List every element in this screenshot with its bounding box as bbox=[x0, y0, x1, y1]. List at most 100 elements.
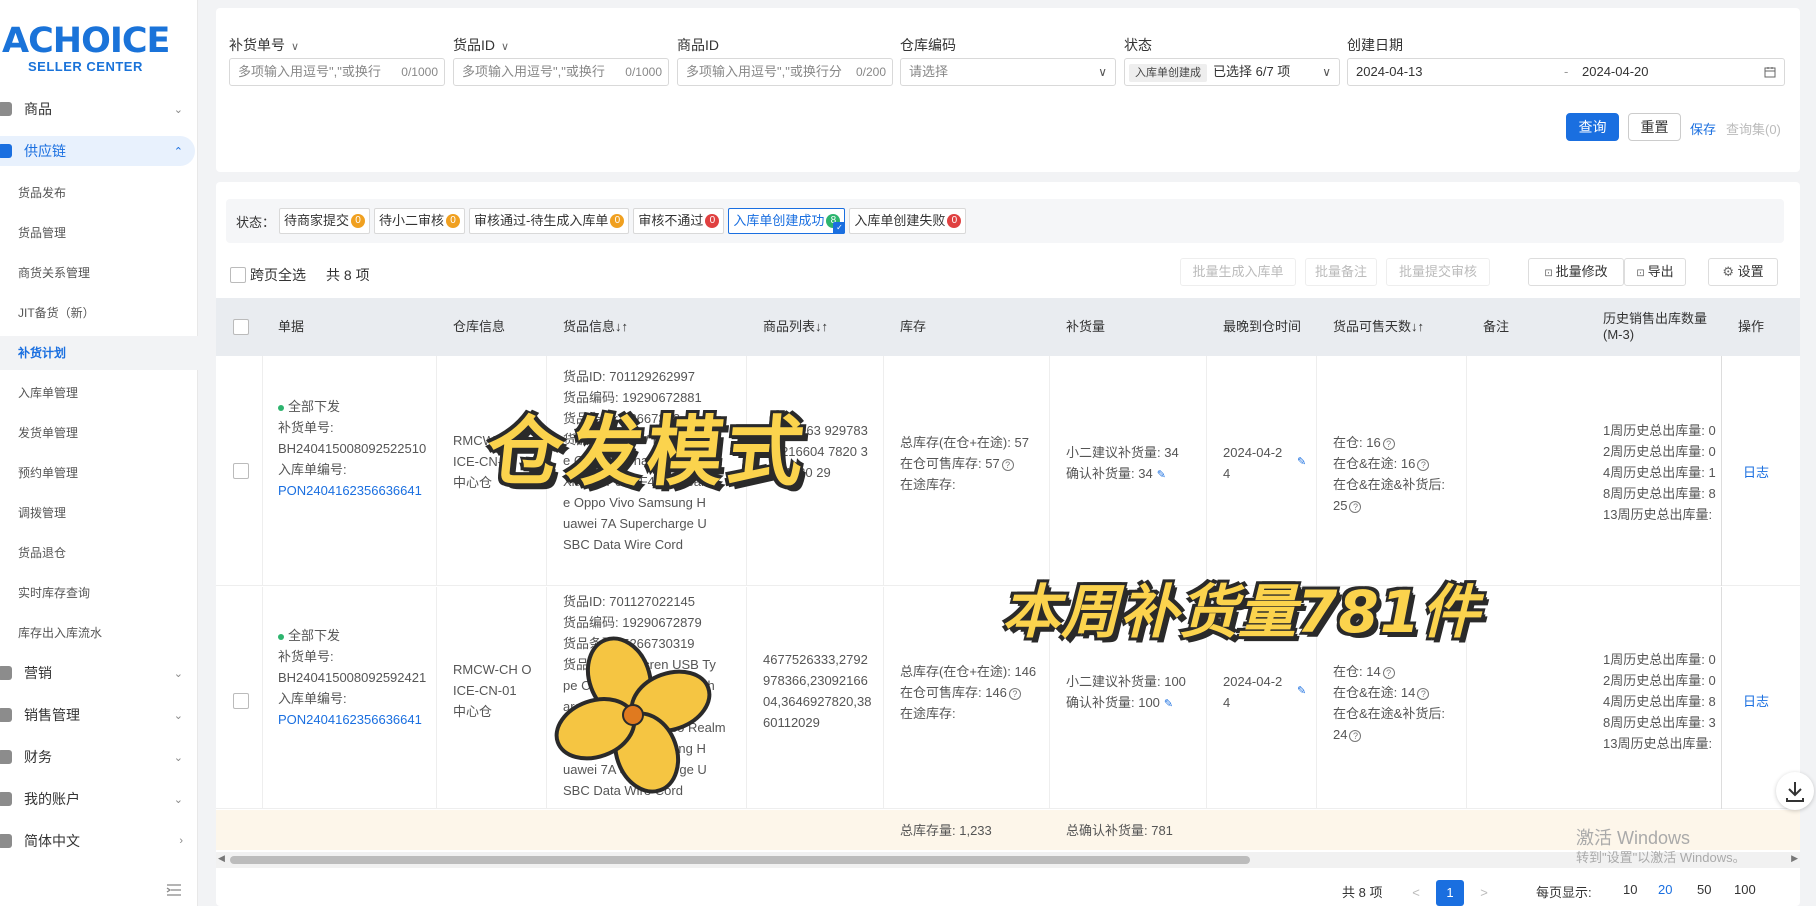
edit-pen-icon[interactable]: ✎ bbox=[1297, 681, 1306, 702]
page-size-option-selected[interactable]: 20 bbox=[1658, 882, 1672, 897]
chevron-down-icon: ⌄ bbox=[173, 710, 183, 722]
status-tab-created-success[interactable]: 入库单创建成功 8 ✓ bbox=[728, 208, 846, 234]
deadline-cell: 2024-04-24 ✎ bbox=[1223, 442, 1306, 484]
status-tab-created-failed[interactable]: 入库单创建失败 0 bbox=[849, 208, 967, 234]
status-tab-pending-submit[interactable]: 待商家提交 0 bbox=[279, 208, 371, 234]
page-size-option[interactable]: 10 bbox=[1623, 882, 1637, 897]
stock-sellable: 在仓可售库存: 57 bbox=[900, 456, 1000, 471]
settings-label: 设置 bbox=[1737, 264, 1764, 279]
col-goods-info[interactable]: 货品信息↓↑ bbox=[563, 298, 628, 356]
scroll-right-icon[interactable]: ▶ bbox=[1791, 853, 1798, 864]
header-checkbox[interactable] bbox=[233, 319, 249, 335]
chevron-up-icon: ⌃ bbox=[173, 146, 183, 158]
batch-create-inbound-button[interactable]: 批量生成入库单 bbox=[1180, 258, 1296, 286]
sidebar: ACHOICE SELLER CENTER 商品 ⌄ 供应链 ⌃ 货品发布 货品… bbox=[0, 0, 198, 906]
sidebar-item-supply-chain[interactable]: 供应链 ⌃ bbox=[0, 136, 195, 166]
status-tab-pending-review[interactable]: 待小二审核 0 bbox=[374, 208, 466, 234]
help-icon[interactable]: ? bbox=[1349, 500, 1362, 513]
col-sellable-days[interactable]: 货品可售天数↓↑ bbox=[1333, 298, 1424, 356]
col-product-list[interactable]: 商品列表↓↑ bbox=[763, 298, 828, 356]
status-tab-rejected[interactable]: 审核不通过 0 bbox=[633, 208, 725, 234]
suggested-qty: 小二建议补货量: 34 bbox=[1066, 445, 1179, 460]
export-button[interactable]: ⊡ 导出 bbox=[1624, 258, 1686, 286]
sidebar-subitem-replenish-plan[interactable]: 补货计划 bbox=[0, 336, 198, 370]
save-link[interactable]: 保存 bbox=[1690, 119, 1716, 138]
replenish-no-input[interactable]: 多项输入用逗号","或换行 0/1000 bbox=[229, 58, 445, 86]
help-icon[interactable]: ? bbox=[1382, 666, 1395, 679]
inbound-no-link[interactable]: PON2404162356636641 bbox=[278, 480, 428, 501]
query-set-link[interactable]: 查询集(0) bbox=[1726, 119, 1781, 138]
sidebar-subitem-shipment[interactable]: 发货单管理 bbox=[0, 416, 198, 450]
sidebar-subitem-realtime-stock[interactable]: 实时库存查询 bbox=[0, 576, 198, 610]
log-link[interactable]: 日志 bbox=[1743, 691, 1769, 712]
date-separator: - bbox=[1564, 64, 1569, 79]
edit-pen-icon[interactable]: ✎ bbox=[1164, 698, 1173, 710]
help-icon[interactable]: ? bbox=[1417, 458, 1430, 471]
page-1-button[interactable]: 1 bbox=[1436, 880, 1464, 906]
select-all-checkbox[interactable] bbox=[230, 267, 246, 283]
sellable-days-cell: 在仓: 16? 在仓&在途: 16? 在仓&在途&补货后: 25? bbox=[1333, 432, 1463, 516]
status-count-badge: 0 bbox=[351, 214, 366, 228]
sidebar-item-label: 营销 bbox=[24, 665, 52, 681]
sidebar-subitem-return[interactable]: 货品退仓 bbox=[0, 536, 198, 570]
download-icon[interactable] bbox=[1776, 772, 1814, 810]
help-icon[interactable]: ? bbox=[1349, 729, 1362, 742]
sidebar-subitem-goods-manage[interactable]: 货品管理 bbox=[0, 216, 198, 250]
goods-id-label: 货品ID ∨ bbox=[453, 37, 510, 53]
help-icon[interactable]: ? bbox=[1001, 458, 1014, 471]
sidebar-item-label: 财务 bbox=[24, 749, 52, 765]
inbound-no-link[interactable]: PON2404162356636641 bbox=[278, 709, 428, 730]
help-icon[interactable]: ? bbox=[1008, 687, 1021, 700]
check-icon: ✓ bbox=[833, 222, 846, 234]
status-tab-approved[interactable]: 审核通过-待生成入库单 0 bbox=[469, 208, 630, 234]
help-icon[interactable]: ? bbox=[1417, 687, 1430, 700]
goods-id-input[interactable]: 多项输入用逗号","或换行 0/1000 bbox=[453, 58, 669, 86]
sidebar-subitem-goods-publish[interactable]: 货品发布 bbox=[0, 176, 198, 210]
date-range-picker[interactable]: 2024-04-13 - 2024-04-20 bbox=[1347, 58, 1785, 86]
batch-edit-button[interactable]: ⊡ 批量修改 bbox=[1528, 258, 1624, 286]
row-checkbox[interactable] bbox=[233, 463, 249, 479]
sidebar-subitem-relation[interactable]: 商货关系管理 bbox=[0, 256, 198, 290]
help-icon[interactable]: ? bbox=[1382, 437, 1395, 450]
date-end: 2024-04-20 bbox=[1582, 64, 1649, 79]
sidebar-subitem-stock-flow[interactable]: 库存出入库流水 bbox=[0, 616, 198, 650]
row-checkbox[interactable] bbox=[233, 693, 249, 709]
next-page-button[interactable]: > bbox=[1470, 880, 1498, 906]
settings-button[interactable]: ⚙ 设置 bbox=[1708, 258, 1778, 286]
horizontal-scrollbar[interactable]: ◀ ▶ bbox=[216, 852, 1800, 868]
prev-page-button[interactable]: < bbox=[1402, 880, 1430, 906]
log-link[interactable]: 日志 bbox=[1743, 462, 1769, 483]
sidebar-item-account[interactable]: 我的账户 ⌄ bbox=[0, 784, 195, 814]
sidebar-item-marketing[interactable]: 营销 ⌄ bbox=[0, 658, 195, 688]
status-dot-icon bbox=[278, 404, 284, 411]
status-select[interactable]: 入库单创建成 已选择 6/7 项 ∨ bbox=[1124, 58, 1340, 86]
collapse-menu-icon[interactable] bbox=[166, 884, 182, 896]
batch-submit-button[interactable]: 批量提交审核 bbox=[1386, 258, 1490, 286]
scroll-left-icon[interactable]: ◀ bbox=[218, 853, 225, 864]
sidebar-subitem-inbound[interactable]: 入库单管理 bbox=[0, 376, 198, 410]
warehouse-cell: RMCW-CH OICE-CN-01 中心仓 bbox=[453, 659, 533, 722]
page-size-option[interactable]: 50 bbox=[1697, 882, 1711, 897]
replenish-cell: 小二建议补货量: 34 确认补货量: 34 ✎ bbox=[1066, 442, 1201, 486]
reset-button[interactable]: 重置 bbox=[1628, 113, 1681, 141]
sidebar-subitem-appointment[interactable]: 预约单管理 bbox=[0, 456, 198, 490]
warehouse-code-select[interactable]: 请选择 ∨ bbox=[900, 58, 1116, 86]
sidebar-subitem-transfer[interactable]: 调拨管理 bbox=[0, 496, 198, 530]
chevron-down-icon: ⌄ bbox=[173, 104, 183, 116]
edit-pen-icon[interactable]: ✎ bbox=[1297, 452, 1306, 473]
product-id-input[interactable]: 多项输入用逗号","或换行分 0/200 bbox=[677, 58, 893, 86]
page-size-option[interactable]: 100 bbox=[1734, 882, 1756, 897]
batch-note-button[interactable]: 批量备注 bbox=[1305, 258, 1377, 286]
scroll-thumb[interactable] bbox=[230, 856, 1250, 864]
status-chip: 入库单创建成 bbox=[1129, 63, 1207, 82]
sales-icon bbox=[0, 708, 12, 722]
table-row: 全部下发 补货单号: BH240415008092522510 入库单编号: P… bbox=[216, 356, 1800, 586]
sidebar-item-language[interactable]: 简体中文 › bbox=[0, 826, 195, 856]
sidebar-item-products[interactable]: 商品 ⌄ bbox=[0, 94, 195, 124]
sidebar-item-finance[interactable]: 财务 ⌄ bbox=[0, 742, 195, 772]
sidebar-subitem-jit[interactable]: JIT备货（新） bbox=[0, 296, 198, 330]
sidebar-item-sales[interactable]: 销售管理 ⌄ bbox=[0, 700, 195, 730]
query-button[interactable]: 查询 bbox=[1566, 113, 1619, 141]
deadline-date: 2024-04-24 bbox=[1223, 674, 1283, 710]
edit-pen-icon[interactable]: ✎ bbox=[1157, 469, 1166, 481]
